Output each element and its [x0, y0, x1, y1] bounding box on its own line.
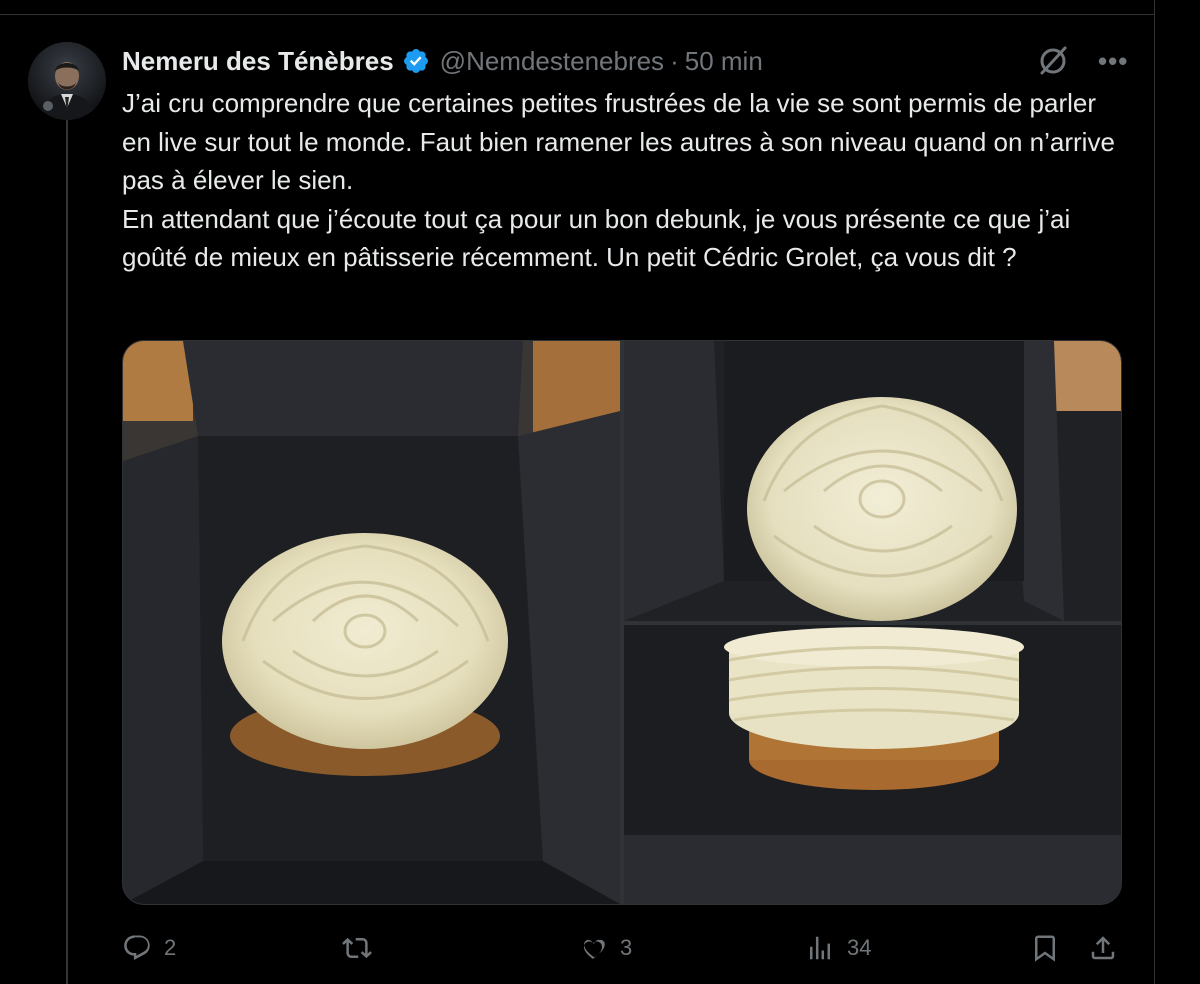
media-photo-3[interactable] — [624, 625, 1121, 904]
pastry-photo-1-image — [123, 341, 620, 904]
tweet-text: J’ai cru comprendre que certaines petite… — [122, 88, 1115, 272]
share-button[interactable] — [1088, 926, 1118, 970]
bookmark-icon — [1035, 935, 1055, 962]
reply-icon — [124, 935, 150, 960]
author-handle[interactable]: @Nemdestenebres — [440, 46, 664, 77]
tweet-actions: 2 3 34 — [122, 926, 1132, 970]
tweet-header: Nemeru des Ténèbres @Nemdestenebres · 50… — [122, 42, 763, 80]
media-grid — [122, 340, 1122, 905]
pastry-photo-3-image — [624, 625, 1121, 904]
bookmark-button[interactable] — [1030, 926, 1060, 970]
heart-icon — [583, 939, 605, 959]
media-photo-2[interactable] — [624, 341, 1121, 621]
verified-badge-icon[interactable] — [402, 47, 430, 75]
media-photo-1[interactable] — [123, 341, 620, 904]
avatar-image — [28, 42, 106, 120]
views-count: 34 — [847, 935, 872, 960]
grok-icon[interactable] — [1034, 42, 1072, 80]
column-border — [1154, 0, 1155, 984]
retweet-icon — [342, 937, 372, 959]
header-actions: ••• — [1034, 42, 1128, 80]
pastry-photo-2-image — [624, 341, 1121, 621]
thread-line — [66, 118, 68, 984]
separator-dot: · — [670, 45, 679, 76]
avatar[interactable] — [28, 42, 106, 120]
retweet-button[interactable] — [342, 926, 384, 970]
author-display-name[interactable]: Nemeru des Ténèbres — [122, 46, 394, 77]
timestamp[interactable]: 50 min — [685, 46, 763, 77]
reply-count: 2 — [164, 935, 177, 960]
like-count: 3 — [620, 935, 633, 960]
like-button[interactable]: 3 — [578, 926, 632, 970]
more-icon[interactable]: ••• — [1098, 42, 1128, 80]
views-icon — [810, 936, 830, 960]
reply-button[interactable]: 2 — [122, 926, 176, 970]
views-button[interactable]: 34 — [805, 926, 871, 970]
timeline-divider — [0, 14, 1154, 15]
share-icon — [1091, 936, 1115, 960]
